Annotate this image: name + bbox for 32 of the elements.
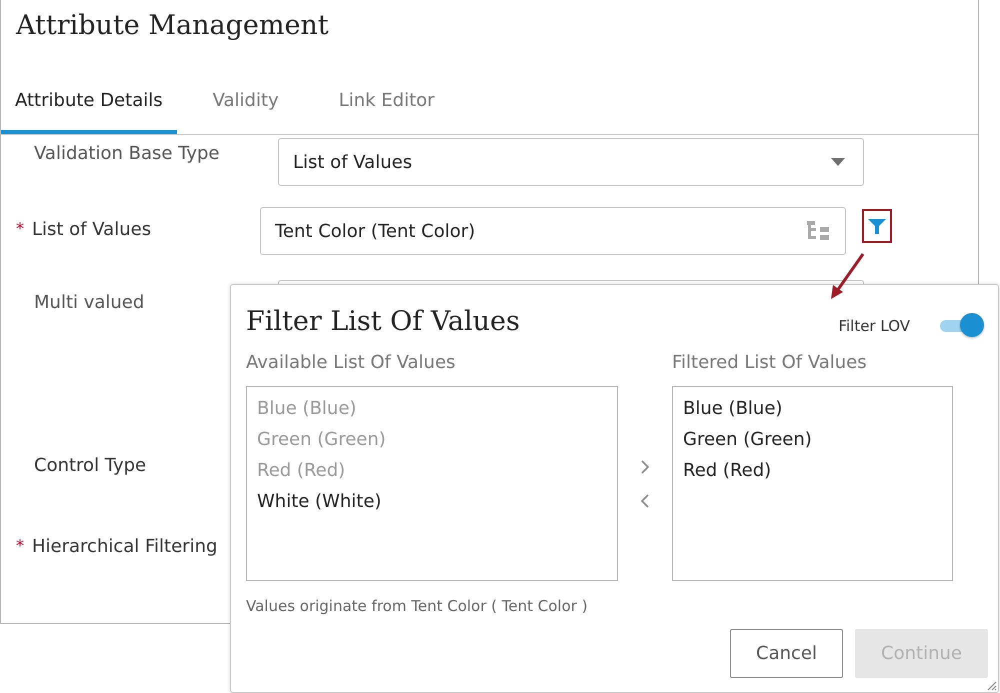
field-label: Hierarchical Filtering bbox=[32, 536, 218, 559]
toggle-label: Filter LOV bbox=[838, 317, 910, 335]
filter-button[interactable] bbox=[862, 209, 892, 243]
source-note: Values originate from Tent Color ( Tent Color ) bbox=[246, 597, 589, 615]
field-label: List of Values bbox=[32, 219, 152, 242]
list-label: Available List Of Values bbox=[246, 352, 456, 375]
required-asterisk: * bbox=[16, 536, 24, 557]
tab[interactable]: Link Editor bbox=[324, 68, 449, 134]
chevron-right-icon[interactable] bbox=[640, 458, 650, 474]
dialog-button[interactable]: Cancel bbox=[730, 629, 843, 678]
funnel-icon bbox=[868, 217, 886, 235]
list-label: Filtered List Of Values bbox=[672, 352, 868, 375]
chevron-left-icon[interactable] bbox=[640, 492, 650, 508]
dropdown-field[interactable]: List of Values bbox=[278, 138, 864, 186]
list-item[interactable]: Red (Red) bbox=[683, 455, 942, 486]
required-asterisk: * bbox=[16, 219, 24, 240]
caret-icon bbox=[831, 158, 845, 166]
list-item[interactable]: Blue (Blue) bbox=[683, 393, 942, 424]
tab[interactable]: Validity bbox=[198, 68, 293, 134]
tab[interactable]: Attribute Details bbox=[1, 68, 177, 134]
field-label: Multi valued bbox=[34, 292, 144, 315]
toggle-switch[interactable] bbox=[940, 313, 986, 339]
hierarchy-icon[interactable] bbox=[805, 221, 831, 241]
dialog-title: Filter List Of Values bbox=[246, 306, 520, 336]
resize-grip-icon[interactable] bbox=[985, 679, 997, 691]
list-item[interactable]: Green (Green) bbox=[683, 424, 942, 455]
field-label: Validation Base Type bbox=[34, 143, 220, 166]
field-label: Control Type bbox=[34, 455, 146, 478]
lookup-field[interactable]: Tent Color (Tent Color) bbox=[260, 207, 846, 255]
page-title: Attribute Management bbox=[14, 9, 330, 43]
callout-arrow bbox=[829, 253, 865, 301]
list-item[interactable]: White (White) bbox=[257, 486, 607, 517]
